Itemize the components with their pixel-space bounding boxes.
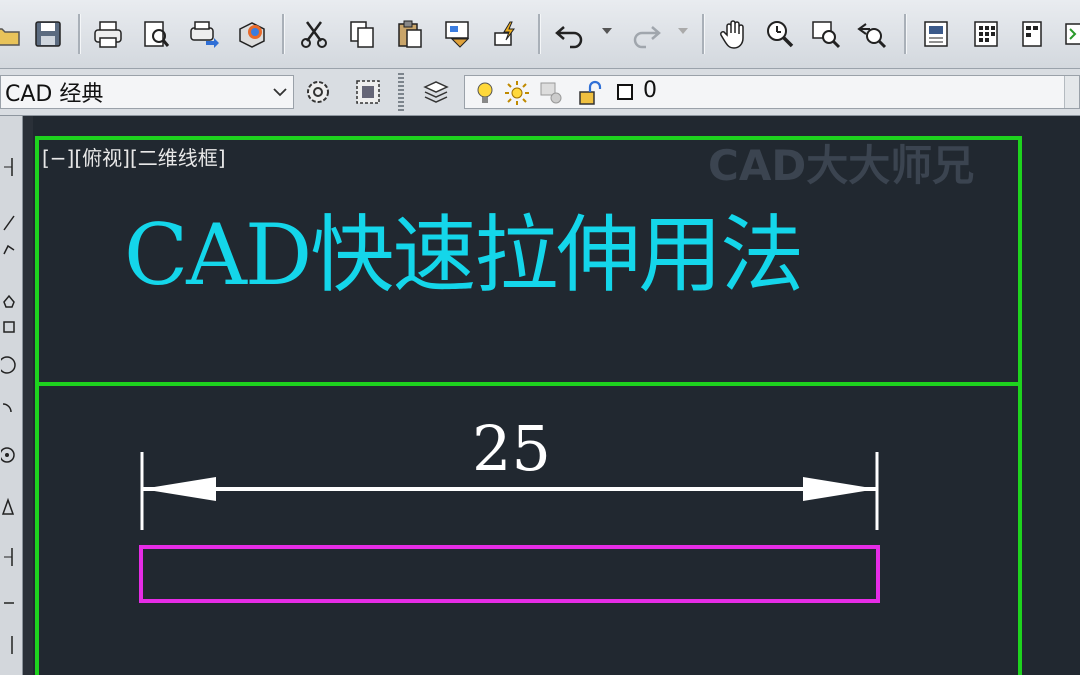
drawing-title-text[interactable]: CAD快速拉伸用法 <box>124 188 804 309</box>
viewport-controls-label[interactable]: [−][俯视][二维线框] <box>42 142 226 171</box>
magenta-rectangle[interactable] <box>139 545 880 603</box>
drawing-geometry <box>35 136 1022 675</box>
dimension-arrow-right <box>803 477 877 501</box>
watermark-text: CAD大大师兄 <box>708 141 975 190</box>
dimension-value[interactable]: 25 <box>472 412 551 485</box>
dimension-arrow-left <box>142 477 216 501</box>
